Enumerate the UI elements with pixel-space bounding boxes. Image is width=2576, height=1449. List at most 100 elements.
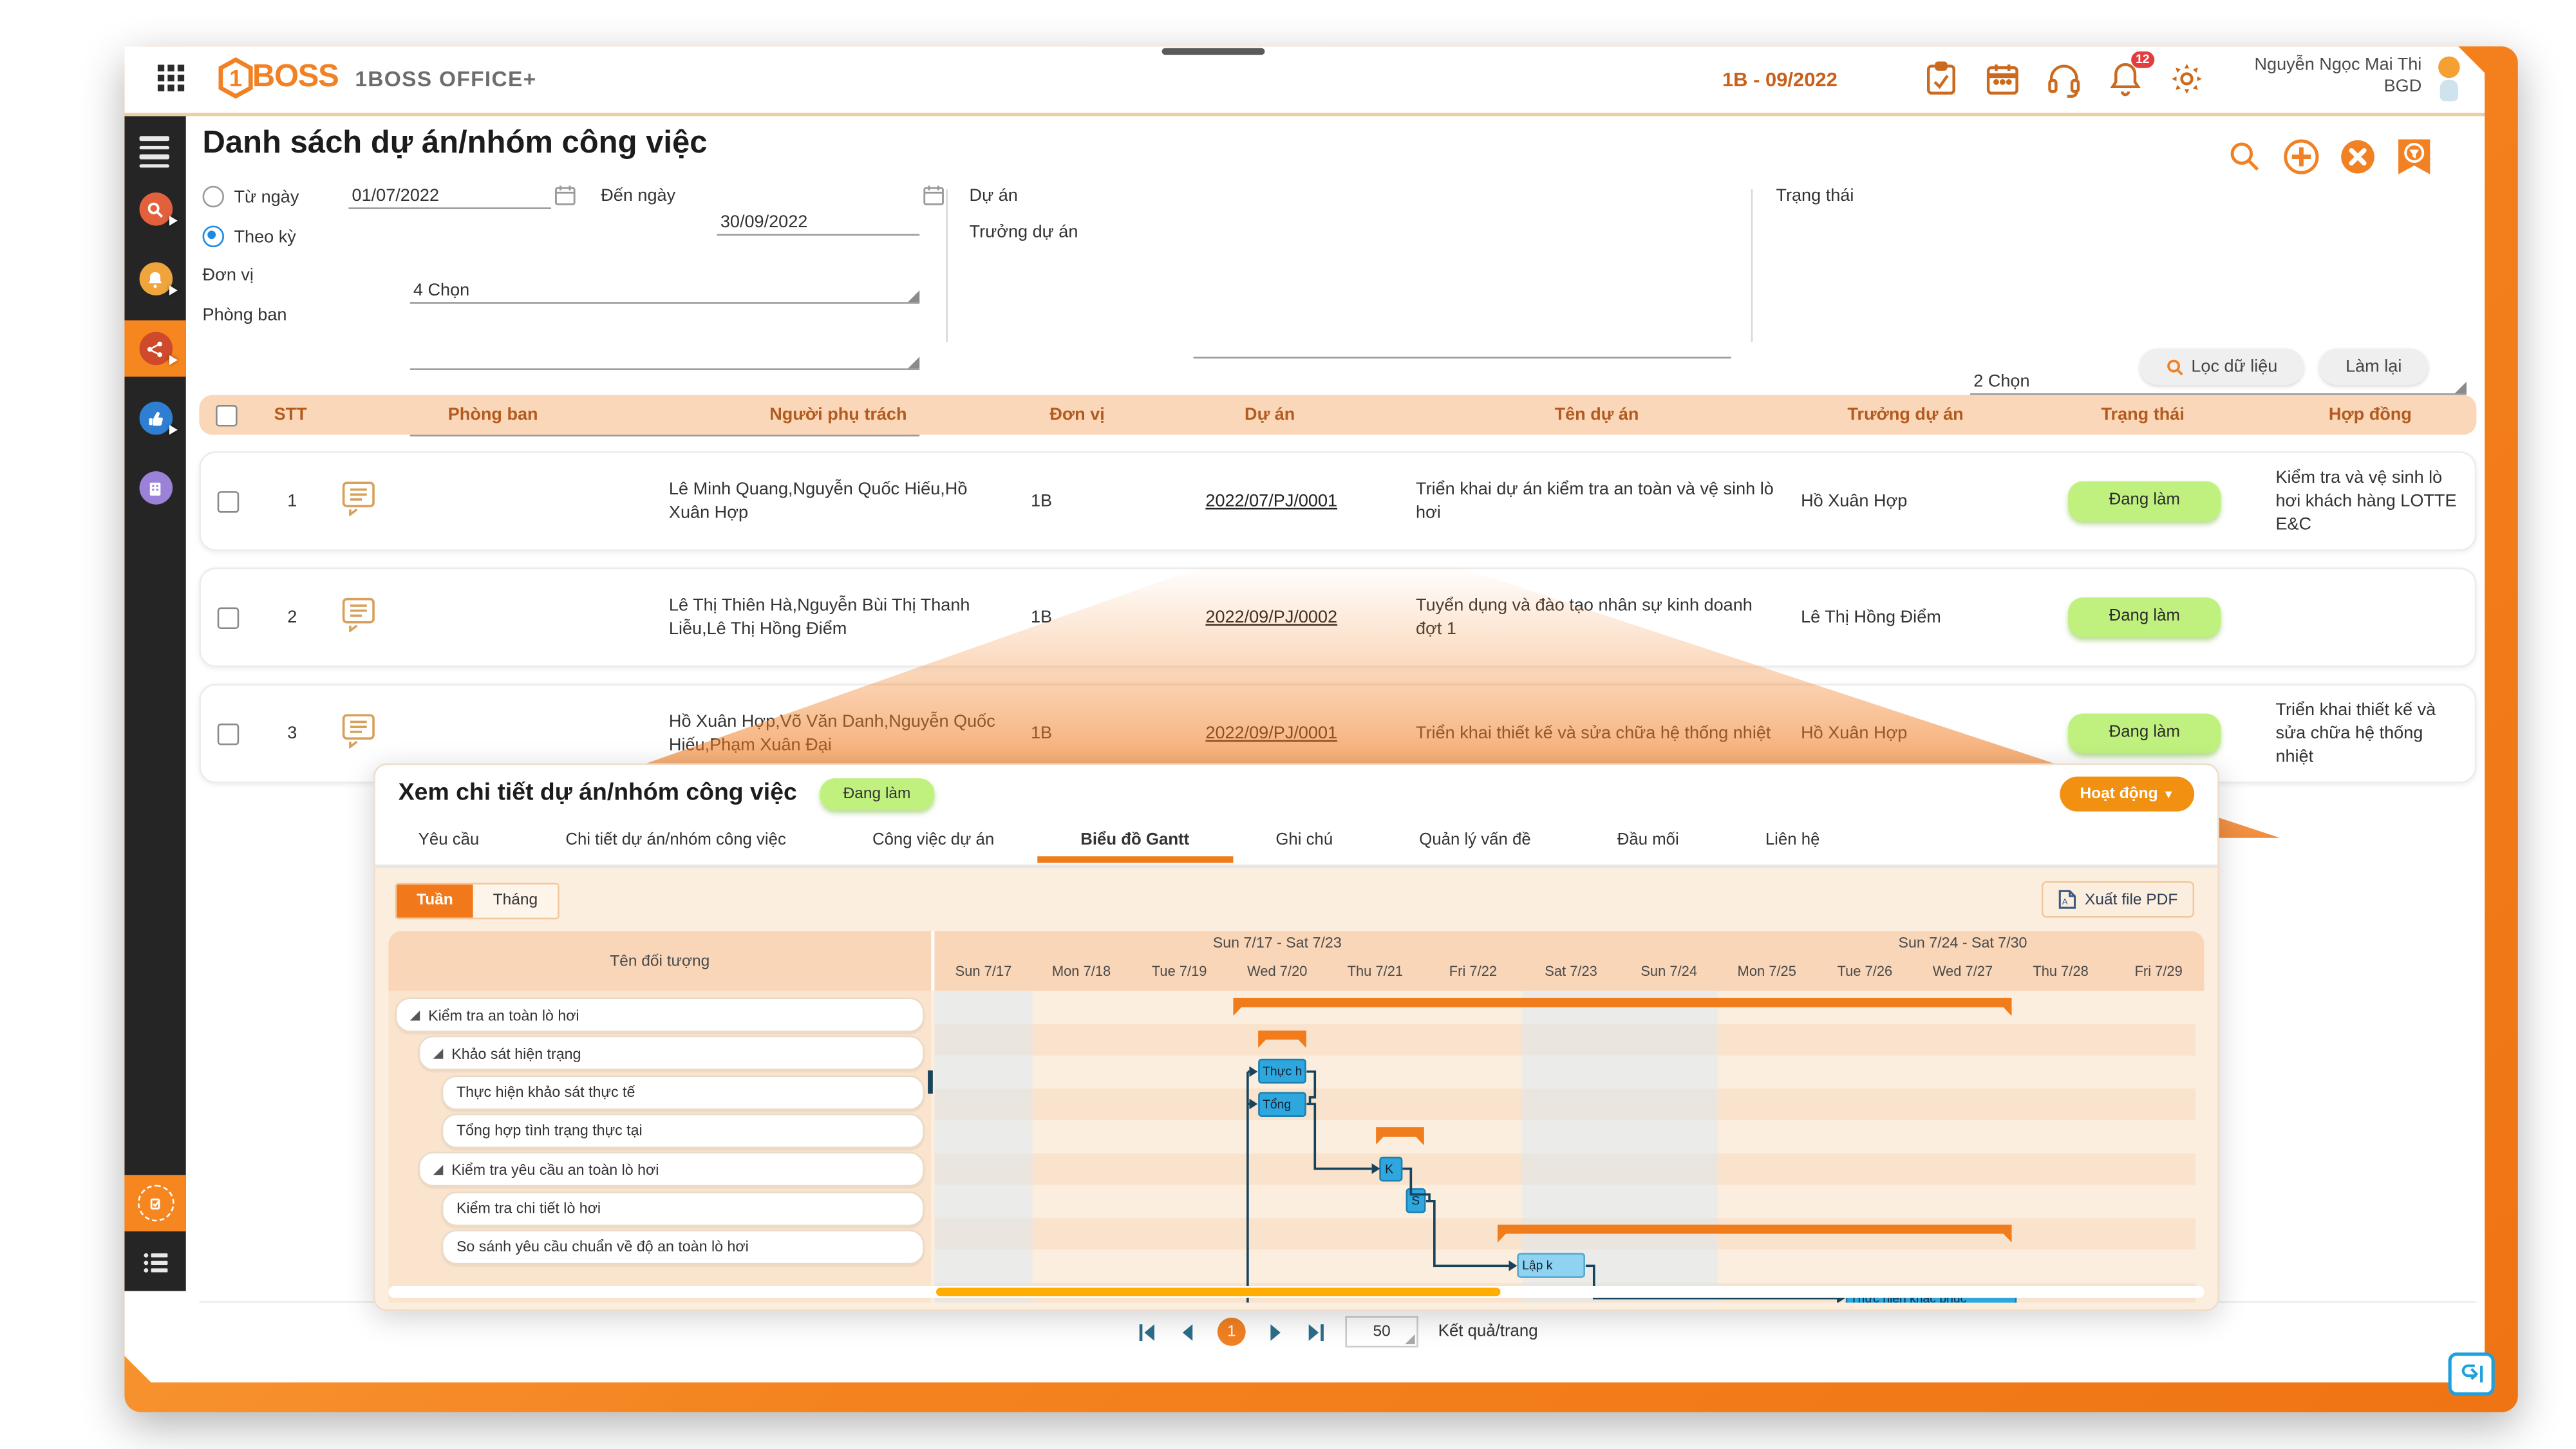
sidebar-item-approvals[interactable] <box>124 390 185 447</box>
sidebar-item-list[interactable] <box>124 1235 185 1291</box>
projects-table: STTPhòng banNgười phụ tráchĐơn vịDự ánTê… <box>199 395 2476 783</box>
row-checkbox[interactable] <box>201 723 254 745</box>
app-grid-icon[interactable] <box>158 65 187 95</box>
app-window: 1 BOSS 1BOSS OFFICE+ 1B - 09/2022 <box>124 46 2485 1382</box>
settings-gear-icon[interactable] <box>2168 60 2206 98</box>
panel-status-badge: Đang làm <box>820 778 934 810</box>
gantt-task-row[interactable]: Thực hiện khảo sát thực tế <box>442 1074 925 1109</box>
notifications-bell-icon[interactable]: 12 <box>2106 60 2144 98</box>
du-an-link[interactable]: 2022/09/PJ/0001 <box>1147 722 1396 745</box>
add-button[interactable] <box>2284 140 2318 174</box>
saved-filter-icon[interactable] <box>2397 140 2432 174</box>
sidebar-item-notifications[interactable] <box>124 250 185 307</box>
week-toggle[interactable]: Tuần <box>397 884 473 918</box>
sidebar-item-search[interactable] <box>124 181 185 238</box>
gantt-task-row[interactable]: Khảo sát hiện trạng <box>418 1036 925 1070</box>
gantt-task-row[interactable]: Kiểm tra chi tiết lò hơi <box>442 1191 925 1226</box>
tu-ngay-radio[interactable] <box>203 186 225 208</box>
gantt-task-row[interactable]: So sánh yêu cầu chuẩn về độ an toàn lò h… <box>442 1229 925 1264</box>
gantt-bar-task[interactable]: Thực h <box>1257 1059 1306 1084</box>
gantt-week-group: Sun 7/17 - Sat 7/23 <box>934 934 1620 951</box>
exit-fullscreen-icon[interactable] <box>2449 1352 2495 1396</box>
tab-c-ng-vi-c-d-n[interactable]: Công việc dự án <box>829 821 1037 859</box>
search-icon[interactable] <box>2228 140 2262 174</box>
sidebar-menu-icon[interactable] <box>140 136 169 167</box>
theo-ky-label: Theo kỳ <box>234 227 296 247</box>
gantt-day-header: Sun 7/24 <box>1620 962 1718 979</box>
current-page[interactable]: 1 <box>1217 1318 1246 1346</box>
status-badge[interactable]: Đang làm <box>2068 481 2221 521</box>
scrollbar-thumb[interactable] <box>936 1288 1501 1296</box>
sidebar-item-settings-active[interactable] <box>124 1175 185 1231</box>
user-name: Nguyễn Ngọc Mai Thi <box>2254 55 2421 77</box>
tasks-check-icon[interactable] <box>1922 60 1960 98</box>
tab-chi-ti-t-d-n-nh-m-c-ng-vi-c[interactable]: Chi tiết dự án/nhóm công việc <box>522 821 829 859</box>
den-ngay-input[interactable]: 30/09/2022 <box>717 209 920 236</box>
theo-ky-radio[interactable] <box>203 226 225 248</box>
gantt-bar-task-light[interactable]: Lập k <box>1517 1253 1585 1278</box>
collapse-triangle-icon[interactable] <box>410 1010 420 1020</box>
svg-text:1: 1 <box>229 65 242 91</box>
user-info[interactable]: Nguyễn Ngọc Mai Thi BGD <box>2254 55 2421 98</box>
target-check-icon <box>137 1185 174 1222</box>
den-ngay-calendar-icon[interactable] <box>923 184 945 206</box>
loc-du-lieu-button[interactable]: Lọc dữ liệu <box>2139 348 2304 385</box>
tab--u-m-i[interactable]: Đầu mối <box>1574 821 1722 859</box>
tab-qu-n-l-v-n-[interactable]: Quản lý vấn đề <box>1376 821 1574 859</box>
tu-ngay-input[interactable]: 01/07/2022 <box>348 183 551 209</box>
hoat-dong-button[interactable]: Hoạt động▼ <box>2060 777 2195 812</box>
table-row[interactable]: 2Lê Thị Thiên Hà,Nguyễn Bùi Thị Thanh Li… <box>199 568 2476 668</box>
last-page-icon[interactable] <box>1306 1322 1326 1341</box>
collapse-triangle-icon[interactable] <box>433 1049 443 1058</box>
calendar-icon[interactable] <box>1984 60 2022 98</box>
gantt-horizontal-scrollbar[interactable] <box>388 1286 2204 1298</box>
next-page-icon[interactable] <box>1266 1322 1286 1341</box>
sidebar-item-organization[interactable] <box>124 460 185 516</box>
lam-lai-button[interactable]: Làm lại <box>2319 348 2429 385</box>
du-an-link[interactable]: 2022/07/PJ/0001 <box>1147 490 1396 513</box>
tab-ghi-ch-[interactable]: Ghi chú <box>1232 821 1376 859</box>
select-all-checkbox[interactable] <box>199 404 252 426</box>
user-role: BGD <box>2254 77 2421 98</box>
comment-icon[interactable] <box>340 617 377 637</box>
table-header-cell: Hợp đồng <box>2264 405 2476 425</box>
gantt-task-row[interactable]: Tổng hợp tình trạng thực tại <box>442 1114 925 1148</box>
export-pdf-button[interactable]: A Xuất file PDF <box>2042 881 2194 918</box>
gantt-task-row[interactable]: Kiểm tra an toàn lò hơi <box>395 997 925 1032</box>
gantt-bar-task[interactable]: K <box>1380 1156 1402 1181</box>
prev-page-icon[interactable] <box>1178 1322 1198 1341</box>
tab-y-u-c-u[interactable]: Yêu cầu <box>375 821 523 859</box>
don-vi-cell: 1B <box>1020 722 1136 745</box>
headset-icon[interactable] <box>2045 60 2083 98</box>
hand-module-icon <box>138 402 172 435</box>
row-checkbox[interactable] <box>201 491 254 512</box>
du-an-link[interactable]: 2022/09/PJ/0002 <box>1147 606 1396 629</box>
first-page-icon[interactable] <box>1138 1322 1158 1341</box>
close-button[interactable] <box>2340 140 2375 174</box>
comment-icon[interactable] <box>340 733 377 753</box>
page-size-select[interactable]: 50 <box>1345 1316 1418 1347</box>
sidebar-item-projects-active[interactable] <box>124 321 185 377</box>
row-checkbox[interactable] <box>201 606 254 628</box>
period-indicator[interactable]: 1B - 09/2022 <box>1722 68 1838 91</box>
gantt-bar-task[interactable]: S <box>1407 1188 1426 1213</box>
nguoi-phu-trach-cell: Hồ Xuân Hợp,Võ Văn Danh,Nguyễn Quốc Hiếu… <box>659 710 1020 756</box>
tu-ngay-calendar-icon[interactable] <box>554 184 576 206</box>
table-header: STTPhòng banNgười phụ tráchĐơn vịDự ánTê… <box>199 395 2476 435</box>
comment-icon[interactable] <box>340 501 377 521</box>
table-row[interactable]: 1Lê Minh Quang,Nguyễn Quốc Hiếu,Hồ Xuân … <box>199 451 2476 551</box>
du-an-input[interactable] <box>1194 332 1731 359</box>
status-badge[interactable]: Đang làm <box>2068 597 2221 637</box>
tab-li-n-h-[interactable]: Liên hệ <box>1722 821 1863 859</box>
gantt-task-row[interactable]: Kiểm tra yêu cầu an toàn lò hơi <box>418 1152 925 1187</box>
don-vi-select[interactable] <box>410 344 919 370</box>
user-avatar[interactable] <box>2432 57 2465 103</box>
row-drag-handle[interactable] <box>928 1070 933 1094</box>
gantt-bar-task[interactable]: Tổng <box>1257 1092 1306 1117</box>
month-toggle[interactable]: Tháng <box>473 884 558 918</box>
collapse-triangle-icon[interactable] <box>433 1164 443 1174</box>
status-badge[interactable]: Đang làm <box>2068 714 2221 754</box>
theo-ky-select[interactable]: 4 Chọn <box>410 277 919 304</box>
tab-bi-u-gantt[interactable]: Biểu đồ Gantt <box>1037 821 1232 859</box>
bell-module-icon <box>138 262 172 295</box>
